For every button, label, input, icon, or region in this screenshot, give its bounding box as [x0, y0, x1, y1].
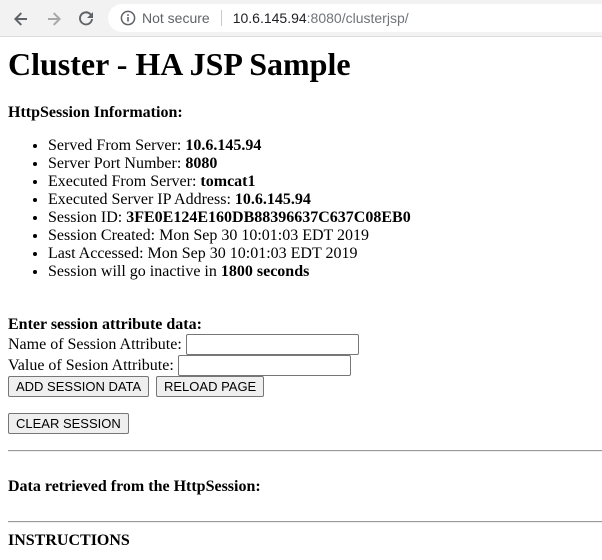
attribute-name-row: Name of Session Attribute: — [8, 334, 359, 355]
list-item: Executed From Server: tomcat1 — [48, 173, 411, 191]
info-icon[interactable] — [120, 10, 136, 26]
clear-session-button[interactable]: CLEAR SESSION — [8, 413, 129, 434]
list-item: Last Accessed: Mon Sep 30 10:01:03 EDT 2… — [48, 245, 411, 263]
attribute-value-input[interactable] — [177, 355, 351, 376]
list-item: Served From Server: 10.6.145.94 — [48, 137, 411, 155]
session-info-list: Served From Server: 10.6.145.94 Server P… — [8, 137, 411, 281]
url-path: :8080/clusterjsp/ — [306, 10, 409, 26]
attribute-name-input[interactable] — [185, 334, 359, 355]
attribute-name-label: Name of Session Attribute: — [8, 335, 182, 353]
attribute-value-label: Value of Sesion Attribute: — [8, 356, 174, 374]
divider — [220, 10, 222, 26]
list-item: Session Created: Mon Sep 30 10:01:03 EDT… — [48, 227, 411, 245]
page-title: Cluster - HA JSP Sample — [8, 46, 351, 82]
reload-icon — [79, 11, 93, 26]
attribute-value-row: Value of Sesion Attribute: — [8, 355, 351, 376]
back-button[interactable] — [8, 6, 34, 32]
url-text[interactable]: 10.6.145.94:8080/clusterjsp/ — [233, 10, 409, 26]
add-session-data-button[interactable]: ADD SESSION DATA — [8, 376, 150, 397]
list-item: Server Port Number: 8080 — [48, 155, 411, 173]
session-info-heading: HttpSession Information: — [8, 104, 183, 121]
url-host: 10.6.145.94 — [232, 10, 307, 26]
reload-button[interactable] — [73, 6, 99, 32]
forward-button[interactable] — [41, 6, 67, 32]
retrieved-data-heading: Data retrieved from the HttpSession: — [8, 478, 261, 495]
divider — [8, 450, 602, 452]
arrow-left-icon — [14, 12, 27, 26]
arrow-right-icon — [48, 12, 61, 26]
reload-page-button[interactable]: RELOAD PAGE — [156, 376, 265, 397]
browser-toolbar: Not secure 10.6.145.94:8080/clusterjsp/ — [0, 0, 602, 37]
form-heading: Enter session attribute data: — [8, 316, 202, 333]
divider — [8, 521, 602, 523]
list-item: Session will go inactive in 1800 seconds — [48, 263, 411, 281]
address-bar[interactable]: Not secure 10.6.145.94:8080/clusterjsp/ — [108, 4, 602, 32]
list-item: Executed Server IP Address: 10.6.145.94 — [48, 191, 411, 209]
list-item: Session ID: 3FE0E124E160DB88396637C637C0… — [48, 209, 411, 227]
instructions-heading: INSTRUCTIONS — [8, 532, 130, 549]
security-label[interactable]: Not secure — [142, 10, 210, 26]
